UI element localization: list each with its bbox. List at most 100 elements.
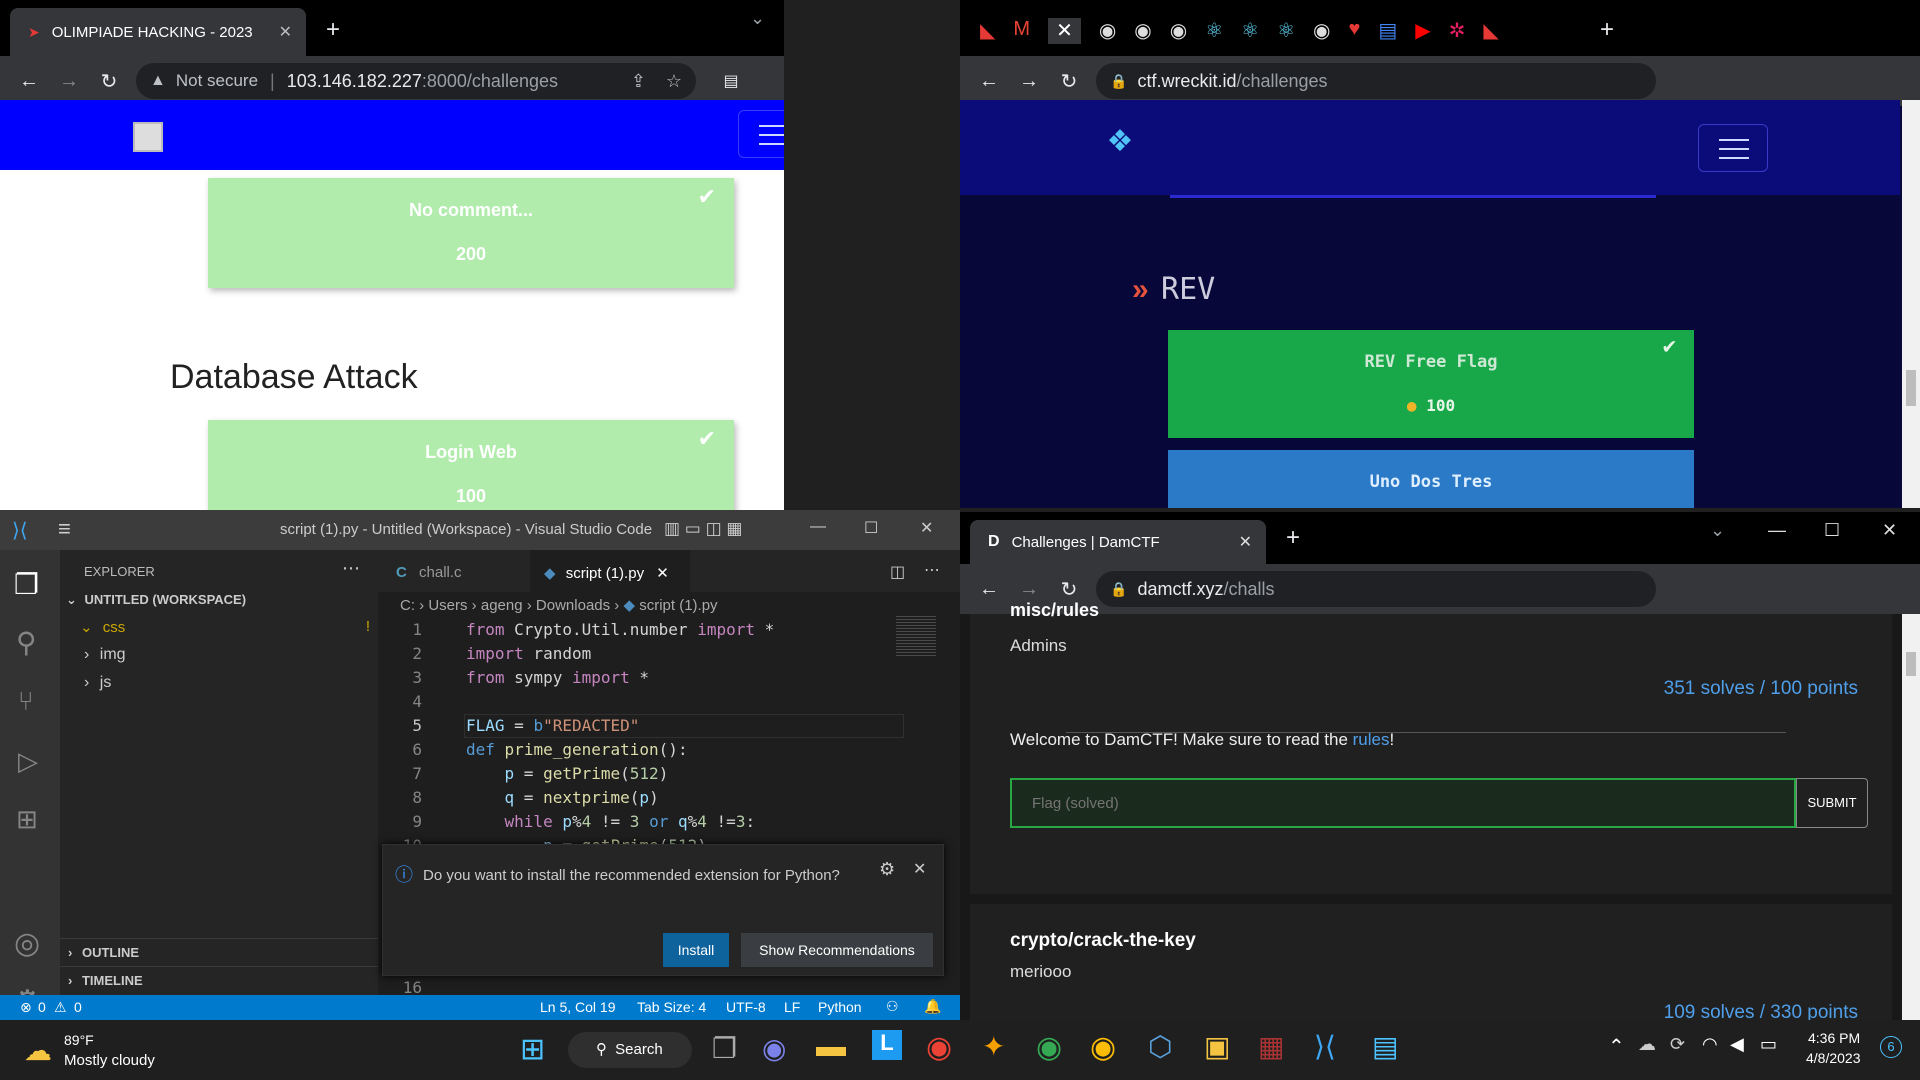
line-ending[interactable]: LF <box>784 999 800 1015</box>
chrome-profile-icon[interactable]: ◉ <box>1090 1030 1116 1065</box>
taskbar-search[interactable]: ⚲ Search <box>568 1032 692 1068</box>
menu-toggle-button[interactable] <box>1698 124 1768 172</box>
tab-script-py[interactable]: ◆ script (1).py ✕ <box>530 550 690 592</box>
globe-icon[interactable]: ◉ <box>1099 18 1116 44</box>
gmail-icon[interactable]: M <box>1013 18 1030 44</box>
sync-icon[interactable]: ⟳ <box>1670 1034 1685 1055</box>
explorer-icon[interactable]: ❐ <box>14 568 39 601</box>
tab-olimpiade[interactable]: ➤ OLIMPIADE HACKING - 2023 ✕ <box>10 8 306 56</box>
weather-widget[interactable]: ☁ 89°F Mostly cloudy <box>24 1030 204 1072</box>
react-icon[interactable]: ⚛ <box>1241 18 1259 44</box>
forward-icon[interactable]: → <box>1012 64 1046 98</box>
source-control-icon[interactable]: ⑂ <box>18 686 34 717</box>
docs-icon[interactable]: ▤ <box>1378 18 1397 44</box>
bell-icon[interactable]: 🔔 <box>924 998 941 1015</box>
challenge-card[interactable]: ✔ Login Web 100 <box>208 420 734 510</box>
account-icon[interactable]: ◎ <box>14 926 40 961</box>
chevron-down-icon[interactable]: ⌄ <box>1710 520 1725 541</box>
breadcrumb-item[interactable]: Users <box>428 597 467 614</box>
color-icon[interactable]: ✲ <box>1449 18 1466 44</box>
encoding[interactable]: UTF-8 <box>726 999 766 1015</box>
reload-icon[interactable]: ↻ <box>1052 64 1086 98</box>
close-window-icon[interactable]: ✕ <box>920 518 933 538</box>
address-bar[interactable]: ▲ Not secure | 103.146.182.227 :8000/cha… <box>136 63 696 99</box>
minimap[interactable] <box>896 616 936 656</box>
breadcrumb-item[interactable]: Downloads <box>536 597 610 614</box>
vscode-icon[interactable]: ⟩⟨ <box>1314 1030 1336 1063</box>
address-bar[interactable]: 🔒 damctf.xyz /challs <box>1096 571 1656 607</box>
menu-icon[interactable]: ≡ <box>58 516 71 542</box>
error-count[interactable]: 0 <box>38 999 46 1015</box>
close-icon[interactable]: ✕ <box>656 565 669 582</box>
new-tab-icon[interactable]: + <box>326 16 340 44</box>
tab-icon[interactable]: ◣ <box>980 18 995 44</box>
task-view-icon[interactable]: ❐ <box>712 1032 737 1065</box>
install-button[interactable]: Install <box>663 933 729 967</box>
clock-time[interactable]: 4:36 PM <box>1808 1030 1860 1046</box>
extensions-icon[interactable]: ⊞ <box>16 804 38 835</box>
timeline-section[interactable]: › TIMELINE <box>60 966 378 994</box>
back-icon[interactable]: ← <box>12 64 46 98</box>
rules-link[interactable]: rules <box>1353 730 1390 749</box>
split-editor-icon[interactable]: ◫ <box>890 562 905 582</box>
scrollbar[interactable] <box>1902 614 1920 1020</box>
feedback-icon[interactable]: ⚇ <box>886 998 899 1015</box>
winrar-icon[interactable]: ▦ <box>1258 1030 1284 1063</box>
language-mode[interactable]: Python <box>818 999 862 1015</box>
close-icon[interactable]: ✕ <box>913 859 926 879</box>
notepad-icon[interactable]: ▤ <box>1372 1030 1398 1063</box>
chrome-icon[interactable]: ◉ <box>926 1030 952 1065</box>
challenge-card[interactable]: Uno Dos Tres <box>1168 450 1694 508</box>
maximize-icon[interactable]: ☐ <box>1824 520 1840 541</box>
chevron-up-icon[interactable]: ⌃ <box>1608 1034 1625 1059</box>
tab-chall-c[interactable]: C chall.c <box>378 550 528 592</box>
star-icon[interactable]: ☆ <box>666 71 682 92</box>
workspace-header[interactable]: ⌄ UNTITLED (WORKSPACE) <box>66 592 246 608</box>
breadcrumb-item[interactable]: script (1).py <box>639 597 717 614</box>
windows-start-icon[interactable]: ⊞ <box>520 1032 545 1067</box>
tab-damctf[interactable]: D Challenges | DamCTF ✕ <box>970 520 1266 564</box>
app-icon[interactable]: ▣ <box>1204 1030 1230 1063</box>
react-icon[interactable]: ⚛ <box>1277 18 1295 44</box>
tab-size[interactable]: Tab Size: 4 <box>637 999 706 1015</box>
address-bar[interactable]: 🔒 ctf.wreckit.id /challenges <box>1096 63 1656 99</box>
globe-icon[interactable]: ◉ <box>1170 18 1187 44</box>
challenge-card[interactable]: ✔ No comment... 200 <box>208 178 734 288</box>
react-icon[interactable]: ⚛ <box>1205 18 1223 44</box>
new-tab-icon[interactable]: + <box>1600 16 1614 44</box>
close-icon[interactable]: ✕ <box>279 22 292 42</box>
submit-button[interactable]: SUBMIT <box>1796 778 1868 828</box>
challenge-card[interactable]: ✔ REV Free Flag ● 100 <box>1168 330 1694 438</box>
reload-icon[interactable]: ↻ <box>92 64 126 98</box>
forward-icon[interactable]: → <box>52 64 86 98</box>
app-icon[interactable]: ✦ <box>982 1030 1005 1063</box>
new-tab-icon[interactable]: + <box>1286 524 1300 552</box>
warning-count[interactable]: 0 <box>74 999 82 1015</box>
close-icon[interactable]: ✕ <box>1239 532 1252 552</box>
cursor-position[interactable]: Ln 5, Col 19 <box>540 999 616 1015</box>
chrome-icon[interactable]: ◉ <box>1036 1030 1062 1065</box>
clock-date[interactable]: 4/8/2023 <box>1806 1050 1861 1066</box>
show-recommendations-button[interactable]: Show Recommendations <box>741 933 933 967</box>
breadcrumb-item[interactable]: ageng <box>481 597 523 614</box>
search-icon[interactable]: ⚲ <box>16 626 37 659</box>
back-icon[interactable]: ← <box>972 572 1006 606</box>
notification-badge[interactable]: 6 <box>1880 1036 1902 1058</box>
scrollbar[interactable] <box>1902 100 1920 508</box>
layout-icon[interactable]: ▥ ▭ ◫ ▦ <box>664 519 742 539</box>
flag-input[interactable] <box>1010 778 1796 828</box>
close-icon[interactable]: ✕ <box>1048 18 1081 44</box>
minimize-icon[interactable]: — <box>1768 520 1786 541</box>
menu-toggle-button[interactable] <box>738 110 784 158</box>
youtube-icon[interactable]: ▶ <box>1415 18 1430 44</box>
gear-icon[interactable]: ⚙ <box>879 859 895 880</box>
battery-icon[interactable]: ▭ <box>1760 1034 1777 1055</box>
more-icon[interactable]: ⋯ <box>342 558 360 579</box>
folder-item-css[interactable]: ⌄ css ! <box>80 618 370 636</box>
app-l-icon[interactable]: L <box>872 1030 902 1060</box>
run-debug-icon[interactable]: ▷ <box>18 746 38 777</box>
outline-section[interactable]: › OUTLINE <box>60 938 378 966</box>
meet-icon[interactable]: ◉ <box>762 1032 786 1065</box>
minimize-icon[interactable]: — <box>810 518 826 536</box>
tray-icon[interactable]: ☁ <box>1638 1034 1656 1055</box>
